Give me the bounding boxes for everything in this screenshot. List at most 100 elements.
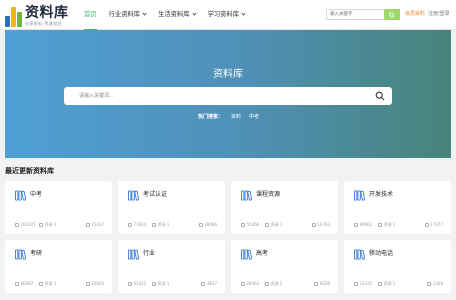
logo-subtitle: 分享资料 传递知识 (25, 21, 62, 26)
card-views: 89062 (354, 222, 372, 228)
header-search-button[interactable] (384, 9, 400, 20)
card-title[interactable]: 课程资源 (256, 191, 280, 199)
thumbs-up-icon (198, 223, 203, 227)
card-resource-count: 资源 1 (152, 222, 169, 228)
card-title[interactable]: 高考 (256, 250, 268, 258)
banner-title: 资料库 (213, 69, 243, 80)
card-views: 42421 (128, 281, 146, 287)
thumbs-up-icon (85, 282, 90, 286)
hot-searches: 热门搜索： 资料 中考 (198, 113, 267, 120)
books-icon (354, 190, 365, 201)
books-icon (15, 190, 26, 201)
card-resource-count: 资源 1 (265, 281, 282, 287)
chevron-down-icon (241, 10, 246, 16)
card-title[interactable]: 中考 (30, 191, 42, 199)
header-search-input[interactable]: 输入关键字 (326, 9, 384, 20)
eye-icon (241, 282, 245, 286)
eye-icon (241, 223, 245, 227)
main-nav: 首页 行业资料库 生活资料库 学习资料库 (84, 0, 257, 30)
site-logo[interactable]: 资料库 分享资料 传递知识 (5, 3, 69, 27)
document-icon (378, 223, 382, 227)
banner-search-box[interactable]: 请输入关键词... (64, 87, 392, 105)
document-icon (152, 282, 156, 286)
library-card[interactable]: 行业 42421 资源 1 4817 (118, 240, 225, 293)
card-views: 28463 (241, 281, 259, 287)
eye-icon (15, 282, 19, 286)
library-card[interactable]: 考试认证 71904 资源 1 28486 (118, 181, 225, 234)
card-title[interactable]: 移动电话 (369, 250, 393, 258)
card-resource-count: 资源 1 (39, 222, 56, 228)
hero-banner: 资料库 请输入关键词... 热门搜索： 资料 中考 (5, 30, 451, 158)
logo-bars-icon (5, 7, 22, 27)
card-likes: 1308 (427, 281, 443, 287)
books-icon (241, 190, 252, 201)
card-title[interactable]: 开发技术 (369, 191, 393, 199)
thumbs-up-icon (427, 282, 432, 286)
section-title: 最近更新资料库 (5, 167, 54, 175)
card-resource-count: 资源 1 (265, 222, 282, 228)
login-register-link[interactable]: 注册/登录 (428, 11, 450, 18)
library-card[interactable]: 高考 28463 资源 1 8226 (231, 240, 338, 293)
eye-icon (128, 223, 132, 227)
books-icon (241, 249, 252, 260)
library-card[interactable]: 移动电话 22431 资源 1 1308 (344, 240, 451, 293)
document-icon (39, 223, 43, 227)
card-likes: 28486 (198, 222, 217, 228)
card-resource-count: 资源 1 (378, 281, 395, 287)
books-icon (15, 249, 26, 260)
card-title[interactable]: 考研 (30, 250, 42, 258)
thumbs-up-icon (201, 282, 206, 286)
hot-search-label: 热门搜索： (198, 114, 224, 120)
search-icon[interactable] (375, 91, 385, 101)
chevron-down-icon (191, 10, 197, 16)
card-likes: 14793 (311, 222, 330, 228)
card-views: 55466 (241, 222, 259, 228)
document-icon (378, 282, 382, 286)
thumbs-up-icon (311, 223, 316, 227)
card-likes: 17977 (424, 222, 443, 228)
library-card[interactable]: 考研 86687 资源 1 20824 (5, 240, 112, 293)
card-likes: 4817 (201, 281, 217, 287)
eye-icon (354, 282, 358, 286)
banner-search-input[interactable]: 请输入关键词... (79, 87, 114, 105)
thumbs-up-icon (85, 223, 90, 227)
books-icon (128, 190, 139, 201)
card-views: 204027 (15, 222, 36, 228)
nav-item-industry[interactable]: 行业资料库 (109, 0, 147, 30)
card-views: 86687 (15, 281, 33, 287)
document-icon (265, 223, 269, 227)
thumbs-up-icon (424, 223, 429, 227)
card-title[interactable]: 行业 (143, 250, 155, 258)
nav-item-study[interactable]: 学习资料库 (208, 0, 246, 30)
document-icon (39, 282, 43, 286)
top-header: 资料库 分享资料 传递知识 首页 行业资料库 生活资料库 学习资料库 输入关键字… (0, 0, 456, 30)
books-icon (354, 249, 365, 260)
search-icon (389, 11, 395, 18)
document-icon (265, 282, 269, 286)
nav-item-home[interactable]: 首页 (84, 0, 97, 30)
card-views: 22431 (354, 281, 372, 287)
nav-item-life[interactable]: 生活资料库 (158, 0, 197, 30)
card-resource-count: 资源 1 (378, 222, 395, 228)
card-resource-count: 资源 1 (39, 281, 56, 287)
logo-title: 资料库 (25, 5, 69, 21)
chevron-down-icon (142, 10, 147, 16)
card-title[interactable]: 考试认证 (143, 191, 167, 199)
hot-tag[interactable]: 中考 (249, 113, 259, 120)
eye-icon (128, 282, 132, 286)
vip-link[interactable]: 会员资料 (405, 11, 425, 18)
eye-icon (354, 223, 358, 227)
document-icon (152, 223, 156, 227)
library-card[interactable]: 中考 204027 资源 1 15437 (5, 181, 112, 234)
card-likes: 8226 (314, 281, 330, 287)
library-card[interactable]: 开发技术 89062 资源 1 17977 (344, 181, 451, 234)
thumbs-up-icon (314, 282, 319, 286)
books-icon (128, 249, 139, 260)
hot-tag[interactable]: 资料 (231, 113, 241, 120)
library-card[interactable]: 课程资源 55466 资源 1 14793 (231, 181, 338, 234)
card-likes: 15437 (85, 222, 104, 228)
card-likes: 20824 (85, 281, 104, 287)
eye-icon (15, 223, 19, 227)
card-views: 71904 (128, 222, 146, 228)
card-resource-count: 资源 1 (152, 281, 169, 287)
